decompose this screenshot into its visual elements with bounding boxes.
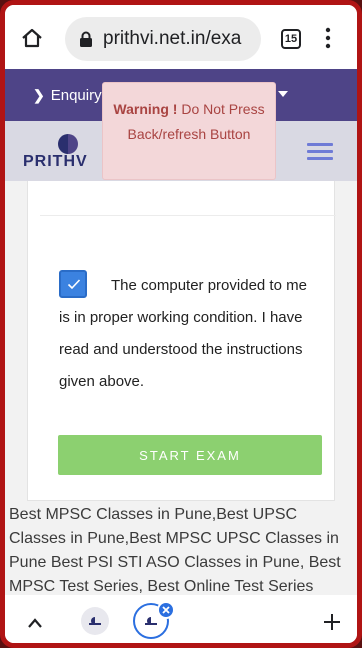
agreement-checkbox[interactable] <box>59 270 87 298</box>
plus-icon[interactable] <box>323 613 341 631</box>
chevron-up-icon[interactable] <box>27 617 43 629</box>
site-logo[interactable]: PRITHV <box>23 133 103 173</box>
close-tab-button[interactable] <box>157 601 175 619</box>
enquiry-link[interactable]: ❯ Enquiry <box>33 87 102 104</box>
card-divider <box>40 215 336 216</box>
check-icon <box>67 279 81 290</box>
menu-dots-icon[interactable] <box>323 27 333 49</box>
agreement-text: The computer provided to me is in proper… <box>59 277 307 390</box>
warning-bold: Warning ! <box>113 101 178 117</box>
address-field[interactable]: prithvi.net.in/exa <box>65 17 261 61</box>
footer-seo-text: Best MPSC Classes in Pune,Best UPSC Clas… <box>9 506 341 595</box>
start-exam-button[interactable]: START EXAM <box>58 435 322 475</box>
hamburger-icon[interactable] <box>307 143 333 161</box>
home-icon[interactable] <box>21 27 43 49</box>
logo-mark-icon <box>58 134 78 154</box>
lock-icon <box>80 31 92 47</box>
warning-toast: Warning ! Do Not Press Back/refresh Butt… <box>102 82 276 180</box>
browser-toolbar: prithvi.net.in/exa 15 <box>5 5 357 69</box>
tab-favicon-icon <box>89 617 101 625</box>
caret-down-icon[interactable] <box>277 89 289 99</box>
enquiry-label: Enquiry <box>50 87 102 104</box>
browser-bottom-bar <box>5 595 357 643</box>
url-text: prithvi.net.in/exa <box>103 28 242 49</box>
instructions-card: The computer provided to me is in proper… <box>27 181 336 501</box>
chevron-right-icon: ❯ <box>33 87 45 103</box>
logo-text: PRITHV <box>23 153 88 170</box>
phone-frame: prithvi.net.in/exa 15 ❯ Enquiry PRITHV W… <box>0 0 362 648</box>
tab-favicon-icon <box>145 617 157 625</box>
tab-thumbnail[interactable] <box>81 607 109 635</box>
close-icon <box>162 606 170 614</box>
tabs-icon[interactable]: 15 <box>281 29 301 49</box>
